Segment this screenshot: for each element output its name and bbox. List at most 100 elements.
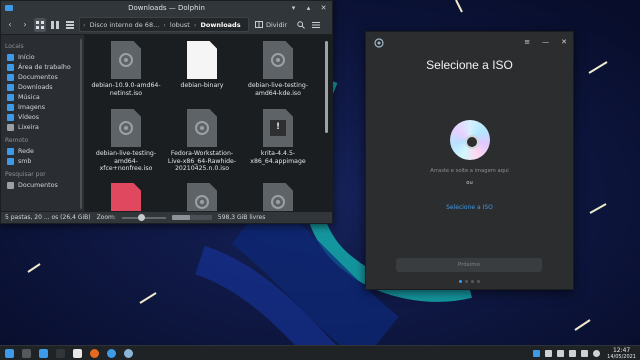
places-item[interactable]: Imagens — [1, 102, 84, 112]
file-name: debian-binary — [180, 82, 224, 89]
file-view-scrollbar[interactable] — [325, 41, 328, 133]
file-item[interactable] — [165, 183, 239, 211]
browser-icon — [107, 348, 116, 358]
taskbar-button[interactable] — [107, 346, 116, 360]
dolphin-titlebar[interactable]: Downloads — Dolphin ▾ ▴ ✕ — [1, 1, 332, 15]
minimize-icon[interactable]: — — [542, 38, 549, 46]
file-item[interactable]: debian-10.9.0-amd64-netinst.iso — [89, 41, 163, 97]
search-button[interactable] — [295, 18, 307, 32]
disc-glyph — [271, 53, 285, 67]
pager-icon — [22, 348, 31, 358]
app-launcher-icon — [5, 348, 14, 358]
free-space-bar — [171, 215, 212, 220]
remote-item[interactable]: smb — [1, 156, 84, 166]
firefox-icon — [90, 348, 99, 358]
breadcrumb-separator: › — [193, 20, 197, 29]
file-name: Fedora-Workstation-Live-x86_64-Rawhide-2… — [167, 150, 237, 172]
taskbar-button[interactable] — [124, 346, 133, 360]
compact-view-icon — [51, 20, 59, 29]
selection-summary: 5 pastas, 20 ... os (26,4 GiB) — [5, 214, 91, 221]
file-item[interactable] — [89, 183, 163, 211]
disc-image-icon — [263, 183, 293, 211]
breadcrumb-segment[interactable]: lobust — [170, 21, 190, 29]
places-item[interactable]: Área de trabalho — [1, 62, 84, 72]
dolphin-icon — [39, 348, 48, 358]
breadcrumb-current[interactable]: Downloads — [200, 21, 240, 29]
icons-view-button[interactable] — [34, 17, 46, 32]
taskbar-button[interactable] — [90, 346, 99, 360]
search-item[interactable]: Documentos — [1, 180, 84, 190]
menu-button[interactable] — [310, 18, 322, 32]
app-logo-icon — [374, 38, 384, 48]
file-item[interactable]: Fedora-Workstation-Live-x86_64-Rawhide-2… — [165, 109, 239, 173]
videos-icon — [7, 113, 14, 121]
system-tray: 12:47 14/05/2021 — [533, 346, 640, 360]
notifications-icon[interactable] — [581, 350, 589, 357]
places-item[interactable]: Documentos — [1, 72, 84, 82]
breadcrumb-separator: › — [163, 20, 166, 29]
file-view[interactable]: debian-10.9.0-amd64-netinst.iso debian-bi… — [85, 35, 332, 211]
iso-page-title: Selecione a ISO — [426, 58, 513, 72]
search-section-header: Pesquisar por — [5, 171, 46, 178]
taskbar-button[interactable] — [73, 346, 82, 360]
location-breadcrumb[interactable]: › Disco interno de 68... › lobust › Down… — [79, 17, 249, 32]
remote-item-label: smb — [18, 157, 32, 165]
places-item[interactable]: Início — [1, 52, 84, 62]
remote-item[interactable]: Rede — [1, 146, 84, 156]
places-scrollbar[interactable] — [80, 39, 82, 209]
places-item[interactable]: Downloads — [1, 82, 84, 92]
warning-glyph: ! — [270, 120, 286, 136]
places-item[interactable]: Vídeos — [1, 112, 84, 122]
maximize-icon[interactable]: ▴ — [304, 3, 313, 12]
places-item-label: Música — [18, 93, 40, 101]
text-editor-icon — [73, 348, 82, 358]
taskbar-button[interactable] — [56, 346, 65, 360]
executable-icon: ! — [263, 109, 293, 147]
file-item[interactable]: debian-live-testing-amd64-kde.iso — [241, 41, 315, 97]
zoom-slider-handle[interactable] — [137, 213, 145, 221]
network-icon[interactable] — [557, 350, 565, 357]
next-button[interactable]: Próximo — [396, 258, 542, 272]
file-item[interactable]: ! krita-4.4.5-x86_64.appimage — [241, 109, 315, 165]
keyboard-layout-icon[interactable] — [533, 350, 541, 357]
search-item-label: Documentos — [18, 181, 58, 189]
places-item[interactable]: Lixeira — [1, 122, 84, 132]
close-icon[interactable]: ✕ — [561, 38, 567, 46]
file-item[interactable]: debian-binary — [165, 41, 239, 90]
network-icon — [7, 147, 14, 155]
clipboard-icon[interactable] — [545, 350, 553, 357]
back-button[interactable]: ‹ — [4, 18, 16, 32]
iso-window-header[interactable]: ≡ — ✕ — [366, 32, 573, 54]
select-iso-link[interactable]: Selecione a ISO — [366, 204, 573, 211]
taskbar-button[interactable] — [39, 346, 48, 360]
details-view-icon — [66, 20, 74, 29]
breadcrumb-segment[interactable]: Disco interno de 68... — [90, 21, 160, 29]
power-icon[interactable] — [593, 350, 601, 357]
minimize-icon[interactable]: ▾ — [289, 3, 298, 12]
page-dot — [477, 280, 480, 283]
hamburger-menu-icon[interactable]: ≡ — [524, 38, 530, 46]
taskbar-button[interactable] — [5, 346, 14, 360]
compact-view-button[interactable] — [49, 18, 61, 32]
remote-list: Rede smb — [1, 146, 84, 166]
forward-button[interactable]: › — [19, 18, 31, 32]
file-item[interactable] — [241, 183, 315, 211]
volume-icon[interactable] — [569, 350, 577, 357]
places-item[interactable]: Música — [1, 92, 84, 102]
file-item[interactable]: debian-live-testing-amd64-xfce+nonfree.i… — [89, 109, 163, 173]
dolphin-app-icon[interactable] — [5, 4, 13, 12]
clock[interactable]: 12:47 14/05/2021 — [607, 347, 636, 360]
window-title: Downloads — Dolphin — [128, 4, 205, 12]
places-item-label: Downloads — [18, 83, 53, 91]
dolphin-body: Locais Início Área de trabalho Documentos D… — [1, 35, 332, 211]
zoom-slider[interactable] — [121, 213, 166, 221]
icons-view-icon — [36, 20, 44, 29]
iso-selector-window[interactable]: ≡ — ✕ Selecione a ISO Arraste e solte a … — [365, 31, 574, 290]
page-dot — [459, 280, 462, 283]
taskbar-button[interactable] — [22, 346, 31, 360]
details-view-button[interactable] — [64, 18, 76, 32]
close-icon[interactable]: ✕ — [319, 3, 328, 12]
split-button[interactable]: Dividir — [252, 21, 290, 29]
disc-glyph — [271, 195, 285, 209]
dolphin-window[interactable]: Downloads — Dolphin ▾ ▴ ✕ ‹ › › Disco in… — [0, 0, 333, 224]
